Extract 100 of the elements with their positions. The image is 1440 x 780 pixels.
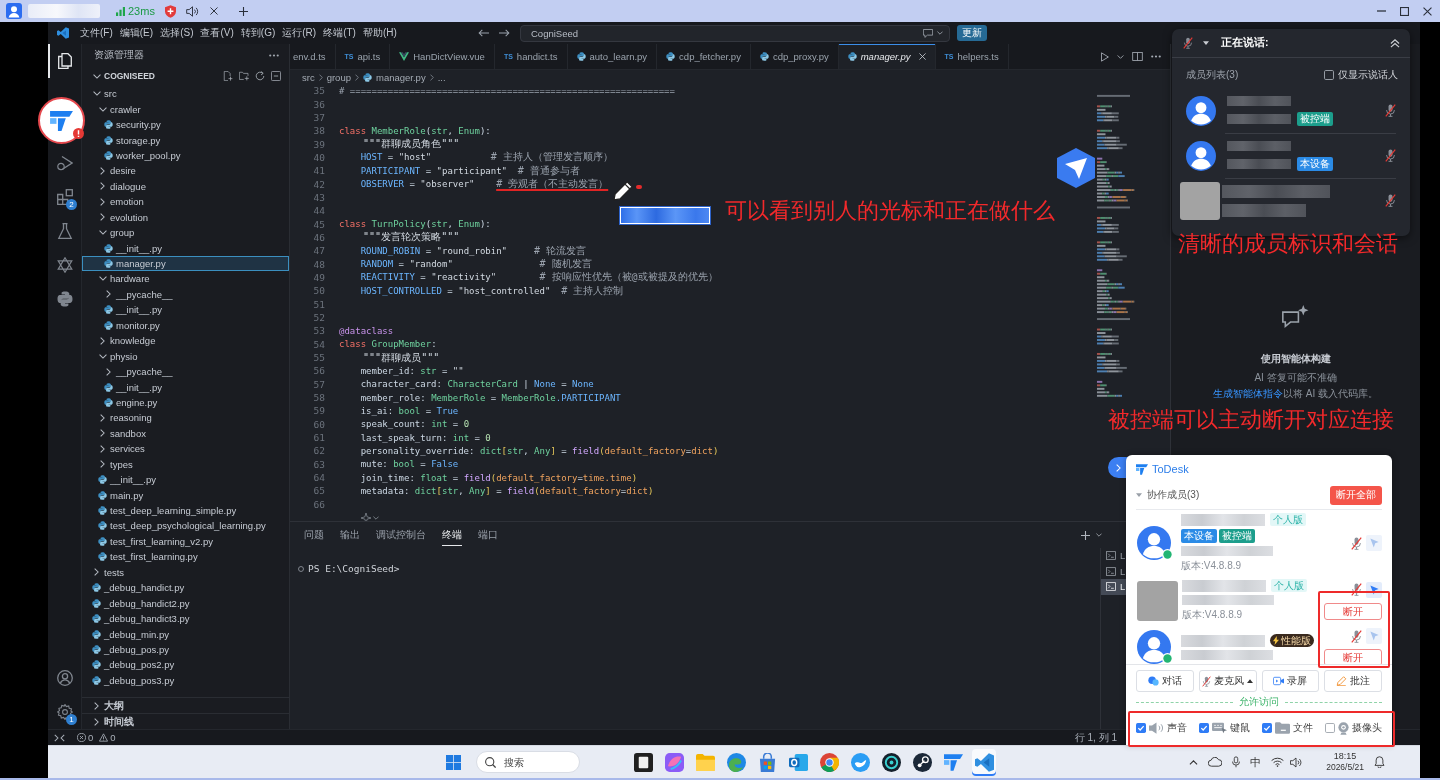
project-name[interactable]: COGNISEED: [104, 71, 155, 81]
more-icon[interactable]: [1151, 55, 1161, 58]
tree-item[interactable]: evolution: [82, 209, 289, 225]
tree-item[interactable]: physio: [82, 348, 289, 364]
chevron-right-icon[interactable]: [100, 460, 105, 469]
chevron-down-icon[interactable]: [937, 31, 943, 35]
plus-icon[interactable]: [1081, 530, 1090, 540]
sparkle-icon[interactable]: [361, 512, 371, 521]
maximize-icon[interactable]: [1400, 6, 1409, 16]
checkbox-label[interactable]: 声音: [1167, 721, 1187, 735]
tree-item[interactable]: crawler: [82, 101, 289, 117]
shield-icon[interactable]: [164, 4, 176, 18]
close-icon[interactable]: [209, 7, 218, 15]
close-icon[interactable]: [1423, 6, 1432, 16]
tree-item[interactable]: _debug_pos.py: [82, 641, 289, 658]
forward-arrow-icon[interactable]: [499, 29, 510, 37]
account-icon[interactable]: [56, 670, 73, 686]
terminal-session[interactable]: L: [1101, 548, 1126, 564]
tree-item[interactable]: worker_pool.py: [82, 147, 289, 164]
chevron-down-icon[interactable]: [93, 91, 101, 97]
breadcrumb-item[interactable]: ...: [437, 71, 446, 83]
tree-item[interactable]: tests: [82, 564, 289, 580]
activity-tab[interactable]: 2: [48, 180, 81, 214]
muted-microphone-icon[interactable]: [1351, 629, 1362, 643]
cloud-icon[interactable]: [1208, 757, 1223, 767]
breadcrumb-item[interactable]: manager.py: [363, 71, 426, 83]
tree-item[interactable]: _debug_handict2.py: [82, 595, 289, 611]
chat-icon[interactable]: [923, 28, 933, 38]
wifi-icon[interactable]: [1271, 757, 1285, 767]
tree-item[interactable]: __init__.py: [82, 471, 289, 488]
speaker-icon[interactable]: [185, 5, 199, 17]
editor-tab[interactable]: env.d.ts: [290, 44, 336, 69]
checkbox[interactable]: [1324, 70, 1334, 80]
menu-item[interactable]: 帮助(H): [361, 26, 398, 40]
chevron-right-icon[interactable]: [106, 367, 111, 376]
tree-item[interactable]: __init__.py: [82, 240, 289, 256]
tree-item[interactable]: _debug_handict3.py: [82, 610, 289, 627]
chevron-right-icon[interactable]: [100, 197, 105, 206]
more-icon[interactable]: [269, 53, 279, 57]
muted-microphone-icon[interactable]: [1183, 37, 1193, 49]
chevron-right-icon[interactable]: [100, 182, 105, 191]
command-center-button[interactable]: CogniSeed: [520, 24, 950, 42]
chevron-down-icon[interactable]: [99, 353, 107, 359]
tree-item[interactable]: engine.py: [82, 394, 289, 411]
panel-tab[interactable]: 输出: [340, 524, 360, 546]
panel-tab[interactable]: 终端: [442, 524, 462, 546]
run-icon[interactable]: [1101, 51, 1109, 62]
menu-item[interactable]: 查看(V): [199, 26, 235, 40]
tree-item[interactable]: _debug_handict.py: [82, 580, 289, 596]
menu-item[interactable]: 运行(R): [281, 26, 318, 40]
instructions-link[interactable]: 生成智能体指令: [1213, 388, 1283, 399]
tree-item[interactable]: test_deep_psychological_learning.py: [82, 518, 289, 534]
collapse-icon[interactable]: [1390, 38, 1400, 48]
refresh-icon[interactable]: [255, 71, 265, 81]
tree-item[interactable]: _debug_min.py: [82, 626, 289, 642]
disconnect-button[interactable]: 断开: [1324, 649, 1382, 664]
muted-microphone-icon[interactable]: [1385, 149, 1396, 162]
hexagon-pointer-icon[interactable]: [1057, 148, 1095, 188]
new-folder-icon[interactable]: [239, 71, 249, 81]
chevron-right-icon[interactable]: [94, 717, 99, 726]
tree-item[interactable]: _debug_pos3.py: [82, 672, 289, 689]
disconnect-button[interactable]: 断开: [1324, 602, 1382, 620]
tree-item[interactable]: hardware: [82, 271, 289, 287]
terminal-session[interactable]: L: [1101, 563, 1126, 579]
checkbox[interactable]: [1136, 723, 1146, 733]
tree-item[interactable]: security.py: [82, 116, 289, 133]
tree-item[interactable]: test_deep_learning_simple.py: [82, 502, 289, 519]
menu-item[interactable]: 编辑(E): [118, 26, 155, 40]
panel-tab[interactable]: 调试控制台: [376, 524, 426, 546]
tree-item[interactable]: manager.py: [82, 255, 289, 272]
chevron-down-icon[interactable]: [93, 73, 101, 79]
muted-microphone-icon[interactable]: [1351, 583, 1362, 596]
checkbox-label[interactable]: 文件: [1293, 721, 1313, 735]
cursor-position[interactable]: 行 1, 列 1: [1074, 730, 1117, 745]
chevron-right-icon[interactable]: [106, 290, 111, 299]
tree-item[interactable]: reasoning: [82, 410, 289, 426]
tree-item[interactable]: sandbox: [82, 425, 289, 442]
tree-item[interactable]: desire: [82, 163, 289, 179]
action-button[interactable]: 批注: [1324, 670, 1382, 692]
split-editor-icon[interactable]: [1132, 52, 1143, 61]
menu-item[interactable]: 文件(F): [79, 26, 114, 40]
tree-item[interactable]: _debug_pos2.py: [82, 657, 289, 673]
settings-icon[interactable]: [56, 704, 73, 720]
tree-item[interactable]: knowledge: [82, 333, 289, 349]
chevron-up-icon[interactable]: [1189, 759, 1199, 765]
action-button[interactable]: 录屏: [1261, 670, 1320, 692]
problems-button[interactable]: 0 0: [77, 732, 116, 743]
tree-item[interactable]: types: [82, 456, 289, 472]
menu-item[interactable]: 终端(T): [322, 26, 357, 40]
chevron-down-icon[interactable]: [99, 106, 107, 112]
remote-icon[interactable]: [54, 733, 65, 742]
tree-item[interactable]: group: [82, 224, 289, 241]
breadcrumb-item[interactable]: src: [302, 71, 315, 83]
new-file-icon[interactable]: [223, 71, 233, 81]
group-label[interactable]: 协作成员(3): [1147, 488, 1200, 502]
search-field[interactable]: 搜索: [476, 751, 580, 773]
tree-item[interactable]: test_first_learning.py: [82, 549, 289, 565]
tree-item[interactable]: storage.py: [82, 132, 289, 148]
tree-item[interactable]: dialogue: [82, 178, 289, 195]
terminal-session[interactable]: L: [1101, 579, 1126, 595]
